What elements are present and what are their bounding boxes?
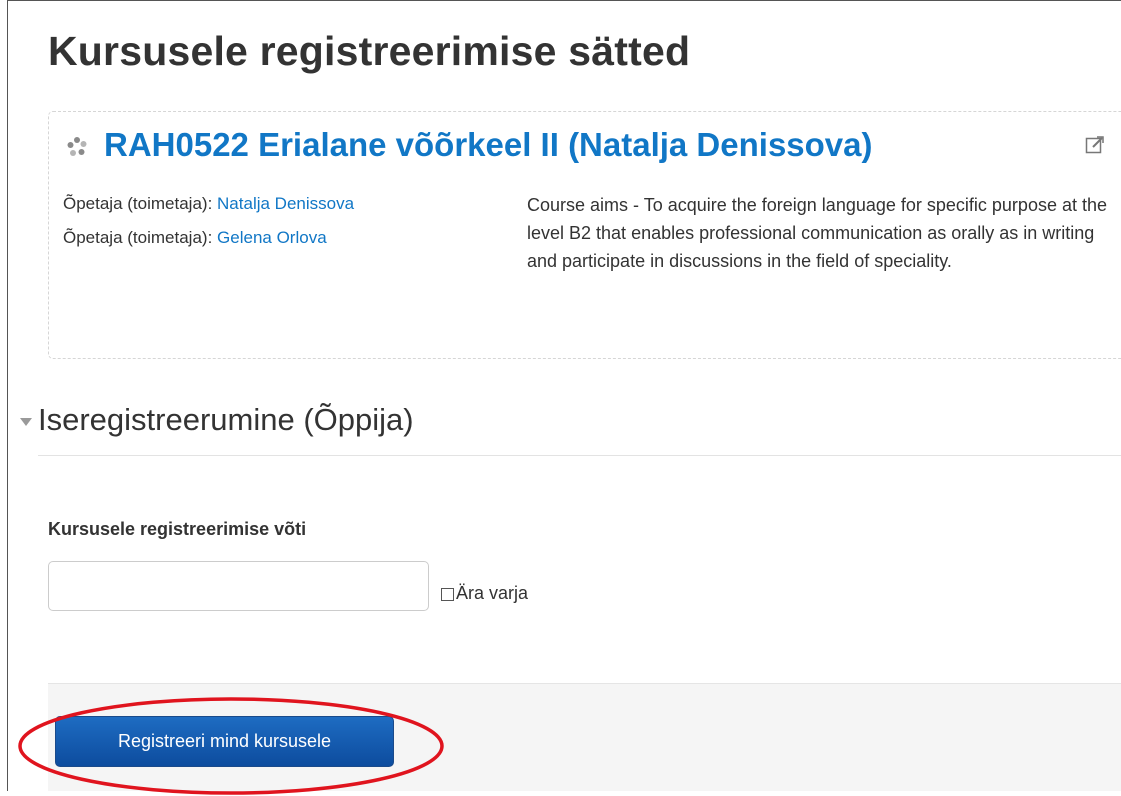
window-border-left xyxy=(7,0,8,791)
teacher-link[interactable]: Gelena Orlova xyxy=(217,228,327,247)
unmask-checkbox[interactable] xyxy=(441,588,454,601)
external-edit-icon[interactable] xyxy=(1085,135,1105,155)
course-name-link[interactable]: RAH0522 Erialane võõrkeel II (Natalja De… xyxy=(104,126,873,164)
enrolment-key-label: Kursusele registreerimise võti xyxy=(48,519,307,539)
course-icon xyxy=(67,137,87,156)
course-summary: Course aims - To acquire the foreign lan… xyxy=(527,195,1107,271)
unmask-label[interactable]: Ära varja xyxy=(456,583,528,604)
teacher-role: Õpetaja (toimetaja): xyxy=(63,228,213,247)
enrolment-key-input[interactable] xyxy=(48,561,429,611)
section-divider xyxy=(38,455,1121,456)
teacher-row: Õpetaja (toimetaja): Gelena Orlova xyxy=(63,228,327,248)
teacher-row: Õpetaja (toimetaja): Natalja Denissova xyxy=(63,194,354,214)
section-title[interactable]: Iseregistreerumine (Õppija) xyxy=(38,402,414,438)
page-title: Kursusele registreerimise sätted xyxy=(48,28,691,74)
collapse-triangle-icon[interactable] xyxy=(20,418,32,426)
window-border-top xyxy=(7,0,1121,1)
enrol-me-button[interactable]: Registreeri mind kursusele xyxy=(55,716,394,767)
teacher-link[interactable]: Natalja Denissova xyxy=(217,194,354,213)
teacher-role: Õpetaja (toimetaja): xyxy=(63,194,213,213)
